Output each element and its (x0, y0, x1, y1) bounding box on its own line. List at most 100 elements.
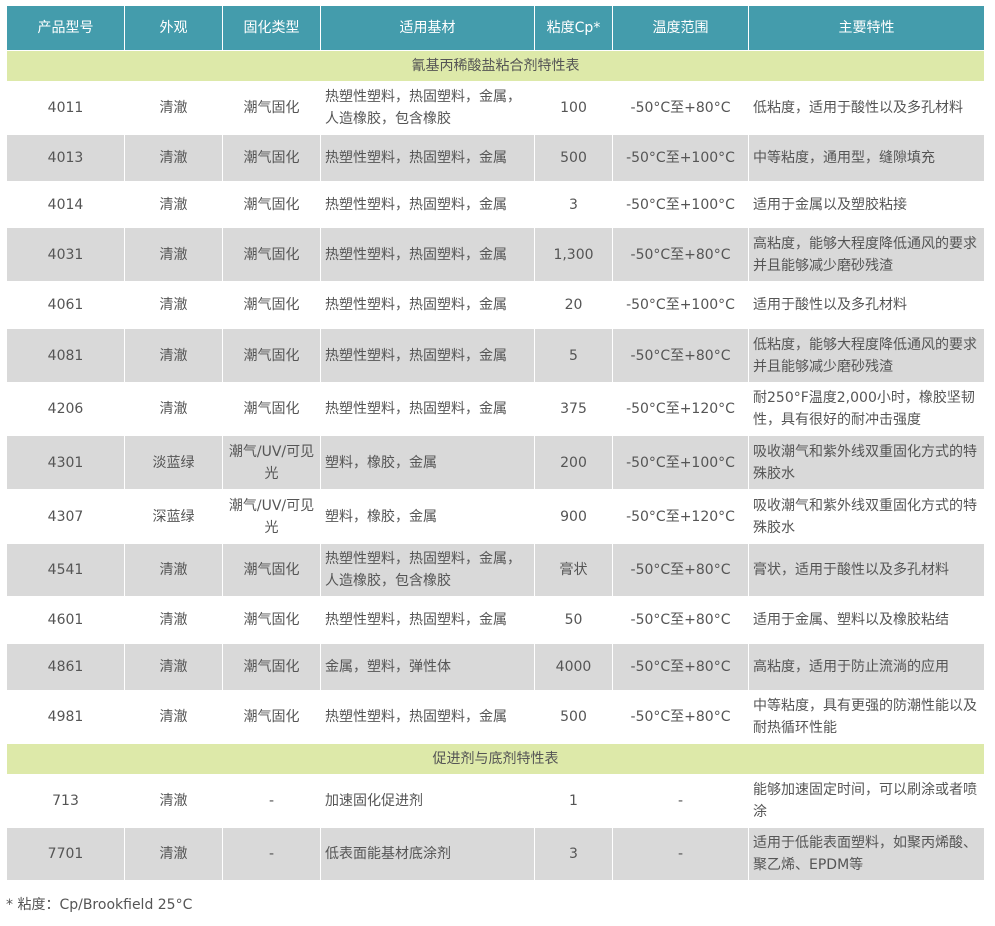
cell-temp: - (612, 827, 749, 881)
cell-cure: 潮气固化 (222, 81, 321, 135)
cell-temp: -50°C至+120°C (612, 382, 749, 436)
cell-temp: -50°C至+80°C (612, 543, 749, 597)
cell-model: 4061 (6, 281, 125, 329)
cell-cure: 潮气固化 (222, 643, 321, 691)
cell-cure: 潮气/UV/可见光 (222, 435, 321, 490)
cell-appearance: 清澈 (124, 774, 223, 828)
cell-cure: 潮气固化 (222, 181, 321, 228)
cell-viscosity: 1 (534, 774, 613, 828)
col-header-model: 产品型号 (6, 5, 125, 51)
cell-feature: 吸收潮气和紫外线双重固化方式的特殊胶水 (748, 435, 985, 490)
cell-substrate: 热塑性塑料，热固塑料，金属 (320, 134, 535, 182)
cell-cure: 潮气固化 (222, 281, 321, 329)
cell-cure: - (222, 827, 321, 881)
product-spec-table: 产品型号 外观 固化类型 适用基材 粘度Cp* 温度范围 主要特性 氰基丙稀酸盐… (6, 5, 985, 881)
cell-viscosity: 3 (534, 181, 613, 228)
cell-appearance: 淡蓝绿 (124, 435, 223, 490)
table-row: 713 清澈 - 加速固化促进剂 1 - 能够加速固定时间，可以刷涂或者喷涂 (6, 774, 985, 828)
cell-feature: 低粘度，能够大程度降低通风的要求并且能够减少磨砂残渣 (748, 328, 985, 383)
cell-viscosity: 375 (534, 382, 613, 436)
cell-model: 4013 (6, 134, 125, 182)
cell-substrate: 热塑性塑料，热固塑料，金属 (320, 596, 535, 644)
cell-model: 4031 (6, 227, 125, 282)
cell-substrate: 加速固化促进剂 (320, 774, 535, 828)
cell-feature: 耐250°F温度2,000小时，橡胶坚韧性，具有很好的耐冲击强度 (748, 382, 985, 436)
cell-temp: -50°C至+80°C (612, 81, 749, 135)
cell-appearance: 清澈 (124, 543, 223, 597)
section-header-row: 促进剂与底剂特性表 (6, 743, 985, 775)
table-row: 4301 淡蓝绿 潮气/UV/可见光 塑料，橡胶，金属 200 -50°C至+1… (6, 435, 985, 490)
cell-feature: 适用于低能表面塑料，如聚丙烯酸、聚乙烯、EPDM等 (748, 827, 985, 881)
page: 产品型号 外观 固化类型 适用基材 粘度Cp* 温度范围 主要特性 氰基丙稀酸盐… (0, 0, 995, 926)
cell-appearance: 清澈 (124, 827, 223, 881)
cell-feature: 适用于酸性以及多孔材料 (748, 281, 985, 329)
cell-appearance: 清澈 (124, 690, 223, 744)
col-header-temp-range: 温度范围 (612, 5, 749, 51)
cell-temp: -50°C至+80°C (612, 596, 749, 644)
col-header-features: 主要特性 (748, 5, 985, 51)
cell-feature: 膏状，适用于酸性以及多孔材料 (748, 543, 985, 597)
table-row: 4014 清澈 潮气固化 热塑性塑料，热固塑料，金属 3 -50°C至+100°… (6, 181, 985, 228)
cell-temp: -50°C至+100°C (612, 435, 749, 490)
cell-model: 4014 (6, 181, 125, 228)
cell-substrate: 金属，塑料，弹性体 (320, 643, 535, 691)
col-header-appearance: 外观 (124, 5, 223, 51)
cell-substrate: 塑料，橡胶，金属 (320, 435, 535, 490)
cell-model: 4541 (6, 543, 125, 597)
cell-appearance: 清澈 (124, 643, 223, 691)
table-row: 7701 清澈 - 低表面能基材底涂剂 3 - 适用于低能表面塑料，如聚丙烯酸、… (6, 827, 985, 881)
cell-model: 4861 (6, 643, 125, 691)
table-row: 4981 清澈 潮气固化 热塑性塑料，热固塑料，金属 500 -50°C至+80… (6, 690, 985, 744)
table-row: 4861 清澈 潮气固化 金属，塑料，弹性体 4000 -50°C至+80°C … (6, 643, 985, 691)
cell-viscosity: 100 (534, 81, 613, 135)
cell-feature: 吸收潮气和紫外线双重固化方式的特殊胶水 (748, 489, 985, 544)
cell-appearance: 清澈 (124, 227, 223, 282)
cell-model: 4011 (6, 81, 125, 135)
cell-cure: 潮气固化 (222, 543, 321, 597)
cell-viscosity: 500 (534, 690, 613, 744)
cell-appearance: 清澈 (124, 328, 223, 383)
cell-substrate: 热塑性塑料，热固塑料，金属 (320, 281, 535, 329)
table-row: 4206 清澈 潮气固化 热塑性塑料，热固塑料，金属 375 -50°C至+12… (6, 382, 985, 436)
cell-appearance: 清澈 (124, 382, 223, 436)
table-row: 4541 清澈 潮气固化 热塑性塑料，热固塑料，金属，人造橡胶，包含橡胶 膏状 … (6, 543, 985, 597)
cell-viscosity: 900 (534, 489, 613, 544)
cell-model: 4981 (6, 690, 125, 744)
cell-temp: -50°C至+80°C (612, 328, 749, 383)
cell-cure: 潮气固化 (222, 328, 321, 383)
table-row: 4307 深蓝绿 潮气/UV/可见光 塑料，橡胶，金属 900 -50°C至+1… (6, 489, 985, 544)
cell-feature: 中等粘度，具有更强的防潮性能以及耐热循环性能 (748, 690, 985, 744)
cell-cure: 潮气固化 (222, 382, 321, 436)
table-row: 4031 清澈 潮气固化 热塑性塑料，热固塑料，金属 1,300 -50°C至+… (6, 227, 985, 282)
cell-cure: 潮气固化 (222, 596, 321, 644)
cell-model: 4301 (6, 435, 125, 490)
cell-viscosity: 1,300 (534, 227, 613, 282)
table-row: 4011 清澈 潮气固化 热塑性塑料，热固塑料，金属，人造橡胶，包含橡胶 100… (6, 81, 985, 135)
cell-viscosity: 50 (534, 596, 613, 644)
table-row: 4081 清澈 潮气固化 热塑性塑料，热固塑料，金属 5 -50°C至+80°C… (6, 328, 985, 383)
cell-feature: 低粘度，适用于酸性以及多孔材料 (748, 81, 985, 135)
cell-temp: -50°C至+100°C (612, 281, 749, 329)
table-row: 4013 清澈 潮气固化 热塑性塑料，热固塑料，金属 500 -50°C至+10… (6, 134, 985, 182)
cell-appearance: 清澈 (124, 134, 223, 182)
cell-viscosity: 5 (534, 328, 613, 383)
cell-viscosity: 3 (534, 827, 613, 881)
cell-appearance: 清澈 (124, 596, 223, 644)
cell-viscosity: 200 (534, 435, 613, 490)
cell-temp: -50°C至+100°C (612, 134, 749, 182)
cell-feature: 适用于金属以及塑胶粘接 (748, 181, 985, 228)
cell-substrate: 热塑性塑料，热固塑料，金属，人造橡胶，包含橡胶 (320, 81, 535, 135)
cell-temp: -50°C至+120°C (612, 489, 749, 544)
cell-viscosity: 4000 (534, 643, 613, 691)
cell-model: 7701 (6, 827, 125, 881)
cell-temp: -50°C至+80°C (612, 643, 749, 691)
cell-temp: -50°C至+100°C (612, 181, 749, 228)
cell-feature: 高粘度，适用于防止流淌的应用 (748, 643, 985, 691)
section-title: 促进剂与底剂特性表 (6, 743, 985, 775)
section-title: 氰基丙稀酸盐粘合剂特性表 (6, 50, 985, 82)
table-row: 4601 清澈 潮气固化 热塑性塑料，热固塑料，金属 50 -50°C至+80°… (6, 596, 985, 644)
cell-cure: 潮气固化 (222, 134, 321, 182)
table-header-row: 产品型号 外观 固化类型 适用基材 粘度Cp* 温度范围 主要特性 (6, 5, 985, 51)
cell-cure: - (222, 774, 321, 828)
col-header-substrate: 适用基材 (320, 5, 535, 51)
